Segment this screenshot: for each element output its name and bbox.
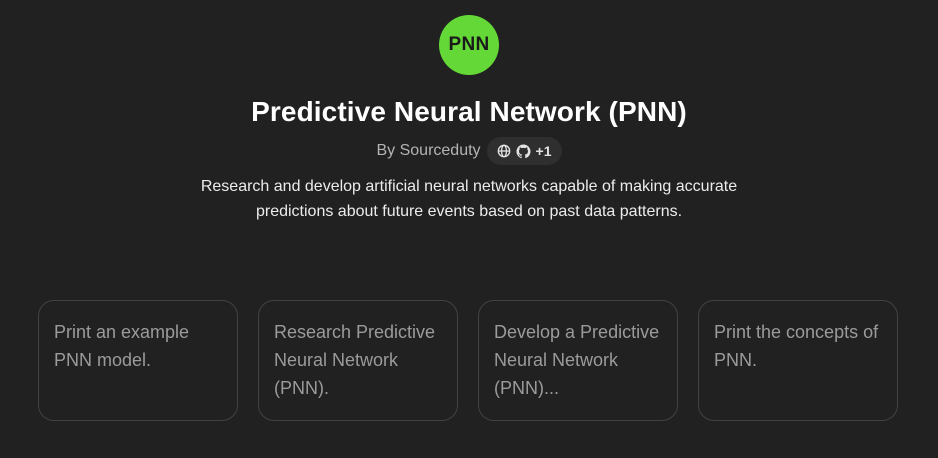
gpt-avatar: PNN <box>439 15 499 75</box>
starter-card-3[interactable]: Develop a Predictive Neural Network (PNN… <box>478 300 678 421</box>
starter-card-2[interactable]: Research Predictive Neural Network (PNN)… <box>258 300 458 421</box>
gpt-description: Research and develop artificial neural n… <box>200 178 738 220</box>
avatar-text: PNN <box>448 34 490 55</box>
globe-icon <box>497 144 511 158</box>
starter-card-4[interactable]: Print the concepts of PNN. <box>698 300 898 421</box>
conversation-starters: Print an example PNN model. Research Pre… <box>38 300 898 421</box>
github-icon <box>516 143 531 159</box>
byline: By Sourceduty +1 <box>376 137 562 165</box>
extra-links-count: +1 <box>535 143 552 159</box>
gpt-header: PNN Predictive Neural Network (PNN) By S… <box>0 0 938 224</box>
starter-card-1[interactable]: Print an example PNN model. <box>38 300 238 421</box>
author-text: By Sourceduty <box>376 142 481 159</box>
social-links-button[interactable]: +1 <box>486 137 562 165</box>
gpt-title: Predictive Neural Network (PNN) <box>251 96 687 127</box>
